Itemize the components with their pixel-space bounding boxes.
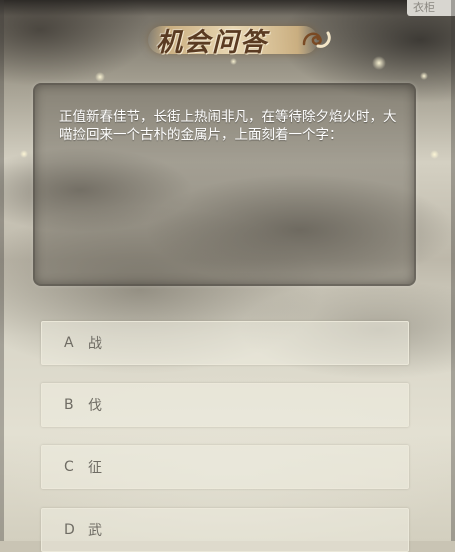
screen-frame [0,0,455,541]
